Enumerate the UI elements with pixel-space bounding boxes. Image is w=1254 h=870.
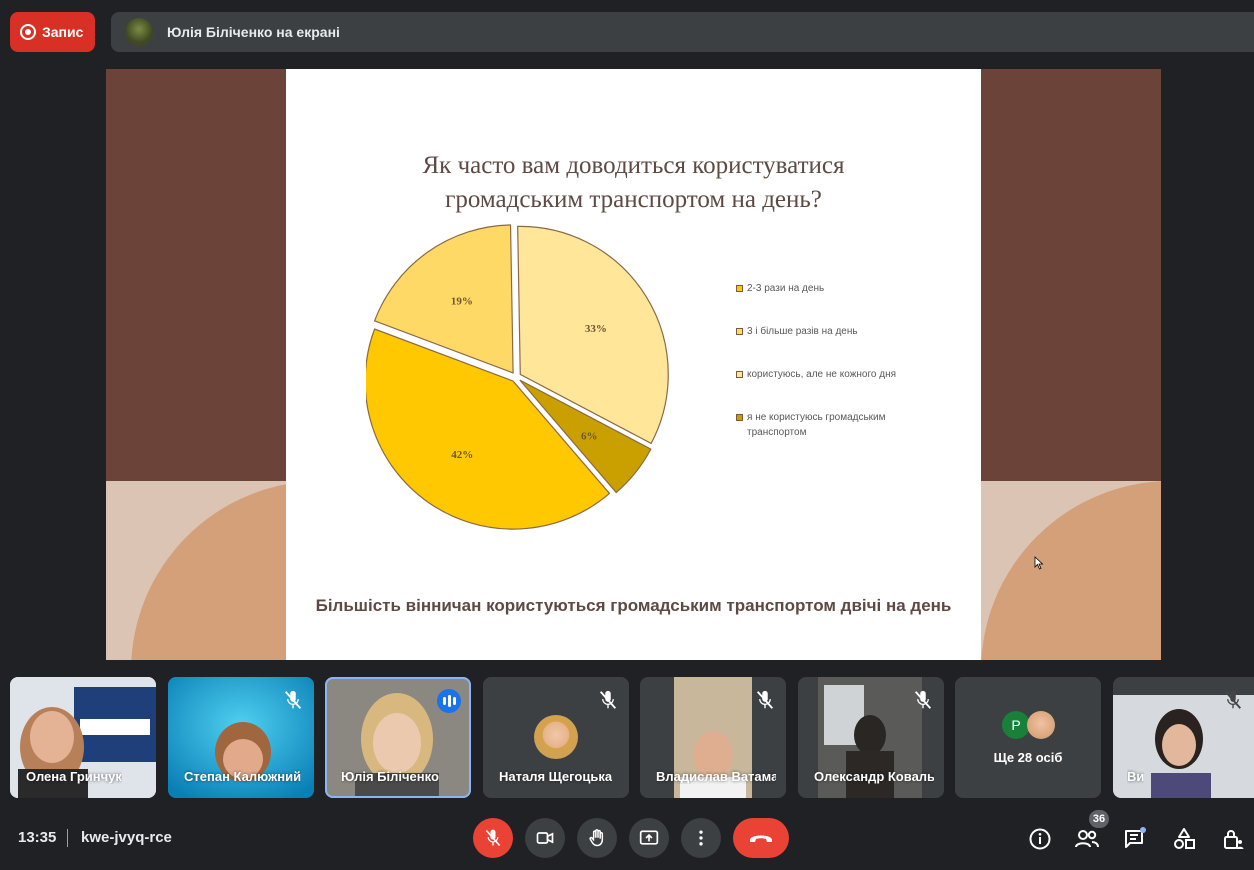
more-participants-label: Ще 28 осіб (993, 750, 1063, 765)
camera-button[interactable] (525, 818, 565, 858)
activities-button[interactable] (1171, 826, 1197, 852)
mic-off-icon (485, 829, 501, 847)
legend-entry: я не користуюсь громадським транспортом (736, 410, 936, 440)
participant-tile-active[interactable]: Юлія Біліченко (325, 677, 471, 798)
microphone-button[interactable] (473, 818, 513, 858)
meeting-time: 13:35 (18, 829, 57, 846)
presenter-banner[interactable]: Юлія Біліченко на екрані (111, 12, 1254, 52)
mic-off-icon (284, 690, 302, 709)
chat-button[interactable] (1122, 826, 1148, 852)
presenter-avatar (125, 18, 153, 46)
host-controls-button[interactable] (1220, 826, 1246, 852)
participant-name: Ви (1127, 769, 1145, 784)
activities-icon (1174, 828, 1195, 849)
record-icon (20, 24, 36, 40)
pie-slice (517, 225, 669, 445)
recording-button[interactable]: Запис (10, 12, 95, 52)
camera-icon (536, 832, 554, 844)
participant-avatar (1027, 711, 1055, 739)
legend-entry: користуюсь, але не кожного дня (736, 367, 936, 382)
legend-entry: 2-3 рази на день (736, 281, 936, 296)
participant-tile[interactable]: Наталя Щегоцька (483, 677, 629, 798)
people-button[interactable] (1074, 826, 1100, 852)
legend-label: 2-3 рази на день (747, 283, 825, 294)
present-icon (639, 830, 659, 845)
chat-icon (1125, 827, 1146, 848)
mic-off-icon (756, 690, 774, 709)
pie-data-label: 19% (451, 295, 473, 307)
participant-tile[interactable]: Степан Калюжний (168, 677, 314, 798)
participant-name: Владислав Ватаманюк (656, 769, 776, 784)
raise-hand-button[interactable] (577, 818, 617, 858)
slide-conclusion: Більшість вінничан користуються громадсь… (315, 596, 952, 615)
mic-off-icon (914, 690, 932, 709)
participant-tile[interactable]: Владислав Ватаманюк (640, 677, 786, 798)
participant-tile[interactable]: Олександр Ковальчук (798, 677, 944, 798)
more-participants-tile[interactable]: P Ще 28 осіб (955, 677, 1101, 798)
legend-entry: 3 і більше разів на день (736, 324, 936, 339)
presenter-label: Юлія Біліченко на екрані (167, 24, 340, 40)
participant-name: Наталя Щегоцька (499, 769, 613, 784)
participant-name: Олександр Ковальчук (814, 769, 934, 784)
meeting-code: kwe-jvyq-rce (81, 829, 172, 846)
pie-data-label: 33% (585, 323, 607, 335)
more-options-button[interactable] (681, 818, 721, 858)
divider (67, 829, 68, 847)
lock-person-icon (1224, 830, 1244, 849)
chart-legend: 2-3 рази на день 3 і більше разів на день… (736, 281, 936, 468)
hand-icon (589, 829, 604, 847)
speaking-indicator-icon (437, 689, 461, 713)
participant-name: Степан Калюжний (184, 769, 302, 784)
participant-name: Юлія Біліченко (341, 769, 439, 784)
legend-swatch (736, 414, 743, 421)
cursor-icon (1034, 556, 1044, 570)
present-screen-button[interactable] (629, 818, 669, 858)
recording-label: Запис (42, 24, 84, 40)
shared-screen: Як часто вам доводиться користуватися гр… (106, 69, 1161, 660)
people-icon (1075, 830, 1099, 848)
mic-off-icon (599, 690, 617, 709)
people-count-badge: 36 (1089, 810, 1109, 828)
participant-name: Олена Гринчук (26, 769, 122, 784)
slide: Як часто вам доводиться користуватися гр… (286, 69, 981, 660)
legend-label: я не користуюсь громадським транспортом (747, 412, 886, 438)
slide-title: Як часто вам доводиться користуватися гр… (422, 152, 845, 213)
legend-label: 3 і більше разів на день (747, 326, 858, 337)
mic-off-icon (1224, 690, 1242, 709)
pie-data-label: 42% (451, 449, 473, 461)
self-tile[interactable]: Ви (1113, 677, 1254, 798)
pie-data-label: 6% (581, 431, 598, 443)
meeting-details-button[interactable] (1027, 826, 1053, 852)
participant-avatar (534, 715, 578, 759)
pie-chart: 33% 6% 42% 19% (366, 224, 669, 530)
legend-swatch (736, 371, 743, 378)
more-vert-icon (699, 830, 703, 846)
legend-swatch (736, 285, 743, 292)
legend-swatch (736, 328, 743, 335)
info-icon (1029, 828, 1051, 850)
participant-tile[interactable]: Олена Гринчук (10, 677, 156, 798)
participant-avatar: P (1002, 711, 1030, 739)
legend-label: користуюсь, але не кожного дня (747, 369, 897, 380)
hang-up-icon (750, 835, 772, 842)
leave-call-button[interactable] (733, 818, 789, 858)
